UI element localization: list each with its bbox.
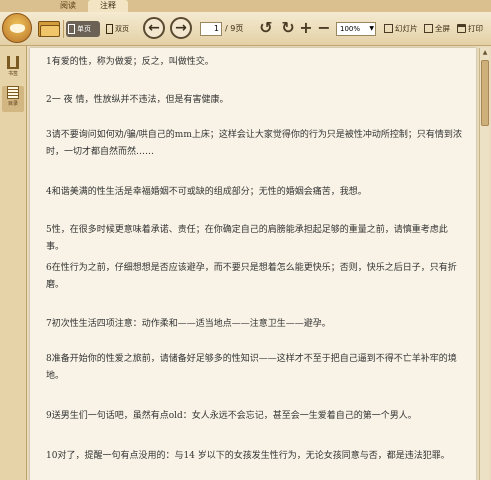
single-page-button[interactable]: 单页 bbox=[66, 21, 100, 37]
sidebar-item-bookmarks[interactable]: 书签 bbox=[2, 56, 24, 82]
tab-annotation[interactable]: 注释 bbox=[88, 0, 128, 12]
double-page-button[interactable]: 双页 bbox=[104, 21, 138, 37]
print-button[interactable]: 打印 bbox=[457, 23, 483, 35]
slideshow-label: 幻灯片 bbox=[395, 24, 418, 33]
paragraph: 7初次性生活四项注意：动作柔和——适当地点——注意卫生——避孕。 bbox=[46, 319, 331, 329]
paragraph: 3请不要询问如何劝/骗/哄自己的mm上床；这样会让大家觉得你的行为只是被性冲动所… bbox=[46, 130, 462, 157]
slideshow-icon bbox=[384, 24, 393, 33]
zoom-select[interactable]: 100% ▼ bbox=[336, 22, 376, 36]
rotate-left-icon[interactable]: ↺ bbox=[256, 18, 276, 38]
scrollbar-thumb[interactable] bbox=[481, 60, 489, 126]
paragraph: 4和谐美满的性生活是幸福婚姻不可或缺的组成部分；无性的婚姻会痛苦，我想。 bbox=[46, 187, 367, 197]
zoom-in-button[interactable]: + bbox=[296, 18, 316, 38]
rotate-right-icon[interactable]: ↻ bbox=[278, 18, 298, 38]
fullscreen-icon bbox=[424, 24, 433, 33]
bookshelf-icon bbox=[7, 56, 19, 69]
paragraph: 5性，在很多时候更意味着承诺、责任；在你确定自己的肩膀能承担起足够的重量之前，请… bbox=[46, 225, 448, 252]
single-page-label: 单页 bbox=[77, 25, 91, 33]
zoom-out-button[interactable]: − bbox=[314, 18, 334, 38]
double-page-icon bbox=[106, 24, 113, 34]
sidebar-item-label: 目录 bbox=[7, 101, 18, 107]
chevron-down-icon: ▼ bbox=[369, 25, 374, 32]
page-total-label: / 9页 bbox=[225, 24, 244, 33]
print-icon bbox=[457, 24, 466, 33]
scroll-up-icon[interactable]: ▲ bbox=[481, 49, 489, 57]
paragraph: 6在性行为之前，仔细想想是否应该避孕，而不要只是想着怎么能更快乐；否则，快乐之后… bbox=[46, 263, 457, 290]
vertical-scrollbar[interactable]: ▲ bbox=[479, 48, 489, 480]
previous-page-button[interactable]: ← bbox=[143, 17, 165, 39]
fullscreen-label: 全屏 bbox=[435, 24, 450, 33]
table-of-contents-icon bbox=[7, 86, 19, 99]
slideshow-button[interactable]: 幻灯片 bbox=[384, 23, 418, 35]
zoom-value: 100% bbox=[340, 25, 361, 33]
fullscreen-button[interactable]: 全屏 bbox=[424, 23, 450, 35]
title-bar: 阅读 注释 bbox=[0, 0, 491, 12]
paragraph: 1有爱的性，称为做爱；反之，叫做性交。 bbox=[46, 57, 214, 67]
toolbar-divider bbox=[63, 20, 64, 38]
document-page: 1有爱的性，称为做爱；反之，叫做性交。 2一 夜 情，性放纵并不违法，但是有害健… bbox=[30, 48, 476, 480]
paragraph: 8准备开始你的性爱之旅前，请储备好足够多的性知识——这样才不至于把自己逼到不得不… bbox=[46, 354, 457, 381]
paragraph: 2一 夜 情，性放纵并不违法，但是有害健康。 bbox=[46, 95, 229, 105]
toolbar: 单页 双页 ← → 1 / 9页 ↺ ↻ + − 100% ▼ 幻灯片 全屏 打… bbox=[0, 12, 491, 46]
sidebar-item-label: 书签 bbox=[7, 71, 18, 77]
open-folder-icon[interactable] bbox=[38, 19, 60, 37]
tab-reading[interactable]: 阅读 bbox=[48, 0, 88, 12]
app-logo-icon[interactable] bbox=[2, 13, 32, 43]
next-page-button[interactable]: → bbox=[170, 17, 192, 39]
paragraph: 9送男生们一句话吧，虽然有点old：女人永远不会忘记，甚至会一生爱着自己的第一个… bbox=[46, 411, 417, 421]
sidebar: 书签 目录 bbox=[0, 46, 27, 480]
sidebar-item-contents[interactable]: 目录 bbox=[2, 86, 24, 112]
double-page-label: 双页 bbox=[115, 25, 129, 33]
page-number-input[interactable]: 1 bbox=[200, 22, 222, 36]
paragraph: 10对了，提醒一句有点没用的：与14 岁以下的女孩发生性行为，无论女孩同意与否，… bbox=[46, 451, 450, 461]
print-label: 打印 bbox=[468, 24, 483, 33]
single-page-icon bbox=[68, 24, 75, 34]
